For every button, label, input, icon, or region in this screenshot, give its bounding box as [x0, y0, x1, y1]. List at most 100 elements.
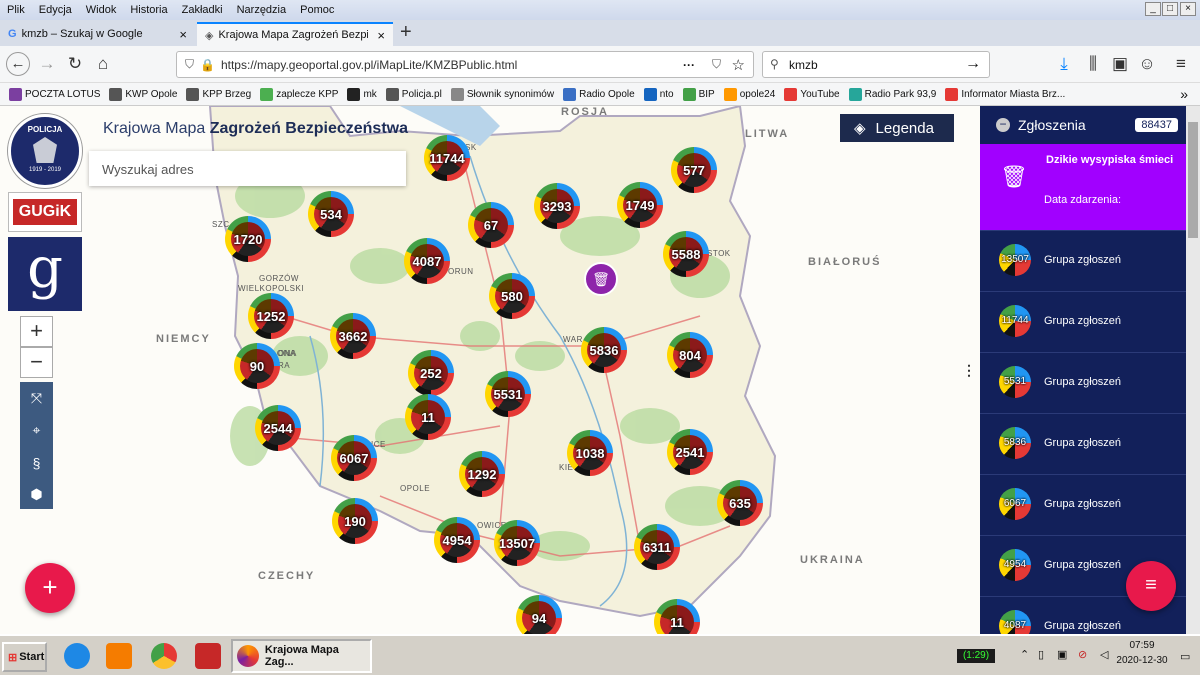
start-button[interactable]: ⊞ Start — [2, 642, 47, 672]
home-icon[interactable]: ⌂ — [92, 54, 114, 74]
featured-report[interactable]: 🗑 Dzikie wysypiska śmieci Data zdarzenia… — [980, 144, 1186, 230]
bookmark-item[interactable]: YouTube — [784, 87, 840, 101]
bookmark-item[interactable]: mk — [347, 87, 377, 101]
cluster-marker[interactable]: 4954 — [434, 517, 480, 563]
bookmarks-overflow-icon[interactable]: » — [1180, 86, 1188, 102]
tab-google[interactable]: G kmzb – Szukaj w Google × — [0, 22, 195, 46]
download-icon[interactable]: ⤓ — [1053, 54, 1075, 74]
bookmark-item[interactable]: POCZTA LOTUS — [9, 87, 100, 101]
bookmark-item[interactable]: Radio Park 93,9 — [848, 87, 936, 101]
cluster-marker[interactable]: 4087 — [404, 238, 450, 284]
cluster-marker[interactable]: 13507 — [494, 520, 540, 566]
network-icon[interactable]: ▣ — [1057, 648, 1067, 661]
paragraph-icon[interactable]: § — [20, 455, 53, 471]
collapse-icon[interactable]: − — [996, 118, 1010, 132]
report-group-item[interactable]: 6067 Grupa zgłoszeń — [980, 474, 1186, 532]
menu-help[interactable]: Pomoc — [293, 4, 341, 16]
security-icon[interactable]: ⊘ — [1078, 648, 1087, 661]
more-options-icon[interactable]: ⋮ — [962, 362, 976, 379]
search-input[interactable]: kmzb — [789, 58, 818, 72]
cluster-marker[interactable]: 3293 — [534, 183, 580, 229]
bookmark-item[interactable]: opole24 — [723, 87, 775, 101]
internet-explorer-icon[interactable] — [64, 643, 90, 669]
report-group-item[interactable]: 5531 Grupa zgłoszeń — [980, 352, 1186, 410]
app-icon[interactable] — [195, 643, 221, 669]
address-search-input[interactable]: Wyszukaj adres — [89, 151, 406, 186]
cluster-marker[interactable]: 577 — [671, 147, 717, 193]
close-tab-icon[interactable]: × — [377, 28, 385, 43]
bookmark-item[interactable]: Słownik synonimów — [450, 87, 554, 101]
minimize-button[interactable]: _ — [1145, 2, 1161, 16]
add-report-button[interactable]: + — [25, 563, 75, 613]
bookmark-item[interactable]: BIP — [682, 87, 715, 101]
cluster-marker[interactable]: 1749 — [617, 182, 663, 228]
cluster-marker[interactable]: 11744 — [424, 135, 470, 181]
cluster-marker[interactable]: 5836 — [581, 327, 627, 373]
tray-expand-icon[interactable]: ⌃ — [1020, 648, 1029, 661]
notification-icon[interactable]: ▭ — [1180, 650, 1190, 663]
pocket-icon[interactable]: ⛉ — [712, 57, 721, 72]
sidebar-icon[interactable]: ▣ — [1109, 54, 1131, 74]
volume-icon[interactable]: ◁ — [1100, 648, 1108, 661]
map-view[interactable]: ROSJA LITWA BIAŁORUŚ NIEMCY CZECHY UKRAI… — [0, 106, 980, 634]
bookmark-item[interactable]: KPP Brzeg — [186, 87, 251, 101]
zoom-out-button[interactable]: − — [20, 347, 53, 378]
media-player-icon[interactable] — [106, 643, 132, 669]
reload-icon[interactable]: ↻ — [64, 54, 86, 74]
fullscreen-icon[interactable]: ⤧ — [20, 390, 53, 407]
tab-kmzb[interactable]: ◈ Krajowa Mapa Zagrożeń Bezpieczeń × — [197, 22, 393, 46]
menu-edit[interactable]: Edycja — [32, 4, 79, 16]
filter-button[interactable]: ≡ — [1126, 561, 1176, 611]
forward-icon[interactable]: → — [36, 54, 58, 74]
menu-tools[interactable]: Narzędzia — [230, 4, 294, 16]
bookmark-item[interactable]: KWP Opole — [109, 87, 177, 101]
cluster-marker[interactable]: 804 — [667, 332, 713, 378]
cluster-marker[interactable]: 534 — [308, 191, 354, 237]
menu-view[interactable]: Widok — [79, 4, 124, 16]
url-bar[interactable]: ⛉ 🔒 https://mapy.geoportal.gov.pl/iMapLi… — [176, 51, 754, 78]
cluster-marker[interactable]: 1252 — [248, 293, 294, 339]
garbage-report-marker[interactable]: 🗑 — [584, 262, 618, 296]
legend-button[interactable]: ◈ Legenda — [840, 114, 954, 142]
report-group-item[interactable]: 5836 Grupa zgłoszeń — [980, 413, 1186, 471]
bookmark-item[interactable]: Informator Miasta Brz... — [945, 87, 1065, 101]
search-go-icon[interactable]: → — [965, 55, 981, 73]
cluster-marker[interactable]: 5531 — [485, 371, 531, 417]
menu-bookmarks[interactable]: Zakładki — [175, 4, 230, 16]
cluster-marker[interactable]: 94 — [516, 595, 562, 634]
firefox-task-button[interactable]: Krajowa Mapa Zag... — [231, 639, 372, 673]
menu-file[interactable]: Plik — [0, 4, 32, 16]
cluster-marker[interactable]: 252 — [408, 350, 454, 396]
cluster-marker[interactable]: 6311 — [634, 524, 680, 570]
tags-icon[interactable]: ⬢ — [20, 486, 53, 503]
cluster-marker[interactable]: 90 — [234, 343, 280, 389]
search-bar[interactable]: ⚲ kmzb → — [762, 51, 990, 78]
bookmark-item[interactable]: nto — [643, 87, 674, 101]
cluster-marker[interactable]: 1292 — [459, 451, 505, 497]
bookmark-item[interactable]: Policja.pl — [385, 87, 442, 101]
cluster-marker[interactable]: 3662 — [330, 313, 376, 359]
chrome-icon[interactable] — [151, 643, 177, 669]
tray-icon[interactable]: ▯ — [1038, 648, 1044, 661]
cluster-marker[interactable]: 5588 — [663, 231, 709, 277]
cluster-marker[interactable]: 1038 — [567, 430, 613, 476]
cluster-marker[interactable]: 2541 — [667, 429, 713, 475]
bookmark-item[interactable]: zaplecze KPP — [260, 87, 338, 101]
account-icon[interactable]: ☺ — [1136, 54, 1158, 74]
close-tab-icon[interactable]: × — [179, 27, 187, 42]
report-group-item[interactable]: 13507 Grupa zgłoszeń — [980, 230, 1186, 288]
cluster-marker[interactable]: 1720 — [225, 216, 271, 262]
cluster-marker[interactable]: 67 — [468, 202, 514, 248]
cluster-marker[interactable]: 190 — [332, 498, 378, 544]
new-tab-button[interactable]: + — [400, 21, 412, 44]
cluster-marker[interactable]: 6067 — [331, 435, 377, 481]
bookmark-item[interactable]: Radio Opole — [563, 87, 635, 101]
maximize-button[interactable]: □ — [1162, 2, 1178, 16]
back-icon[interactable]: ← — [6, 52, 30, 76]
zoom-in-button[interactable]: + — [20, 316, 53, 347]
cluster-marker[interactable]: 580 — [489, 273, 535, 319]
scrollbar-thumb[interactable] — [1188, 122, 1198, 238]
cluster-marker[interactable]: 2544 — [255, 405, 301, 451]
cluster-marker[interactable]: 635 — [717, 480, 763, 526]
page-actions-icon[interactable]: ··· — [683, 58, 695, 72]
